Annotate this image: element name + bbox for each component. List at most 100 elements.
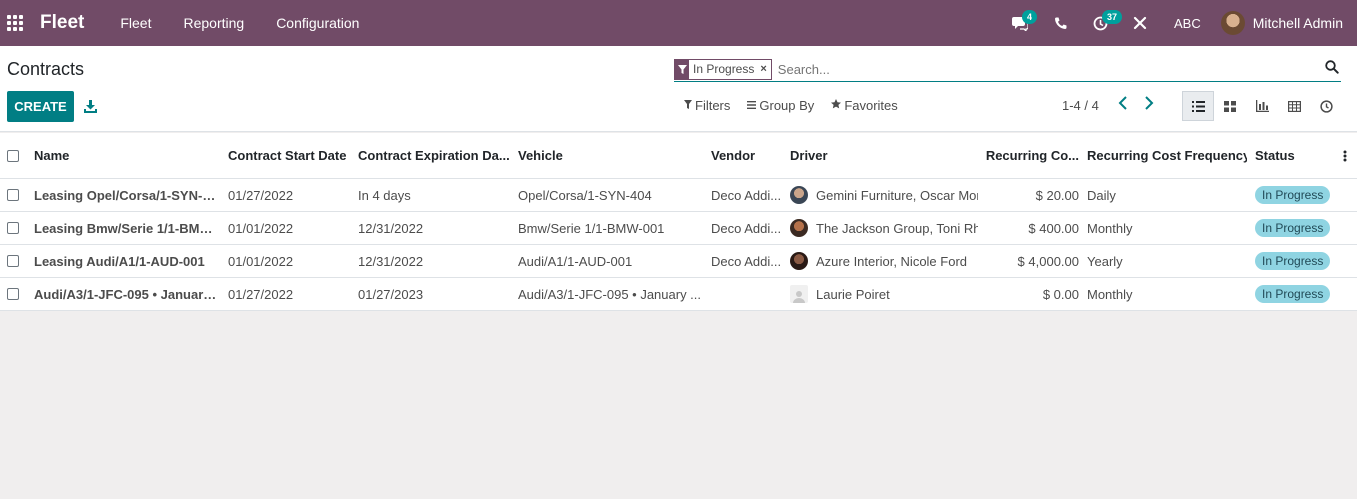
contract-driver: Laurie Poiret [790,278,978,310]
contract-vehicle: Opel/Corsa/1-SYN-404 [518,179,703,211]
contract-vendor: Deco Addi... [711,253,782,269]
star-icon [831,99,842,112]
search-bar: In Progress × [674,57,1341,82]
cost-frequency: Monthly [1087,220,1133,236]
contract-vehicle: Audi/A1/1-AUD-001 [518,245,703,277]
row-checkbox-cell[interactable] [7,245,21,277]
row-checkbox[interactable] [7,255,19,267]
table-row[interactable]: Leasing Audi/A1/1-AUD-001 01/01/2022 12/… [0,245,1357,278]
column-header-driver[interactable]: Driver [790,133,978,178]
contract-vendor: Deco Addi... [711,220,782,236]
list-view-icon[interactable] [1182,91,1214,121]
column-header-vendor[interactable]: Vendor [711,133,782,178]
pager-next-icon[interactable] [1143,96,1157,112]
facet-remove-icon[interactable]: × [758,60,770,79]
recurring-cost: $ 20.00 [1035,187,1079,203]
company-switcher[interactable]: ABC [1160,16,1221,31]
row-checkbox[interactable] [7,288,19,300]
kanban-view-icon[interactable] [1214,91,1246,121]
contract-name-text: Audi/A3/1-JFC-095 • January ... [34,286,220,302]
create-button[interactable]: CREATE [7,91,74,122]
row-checkbox-cell[interactable] [7,278,21,310]
driver-avatar [790,186,808,204]
activities-count-badge: 37 [1102,10,1123,24]
cost-frequency: Monthly [1087,286,1133,302]
user-menu[interactable]: Mitchell Admin [1220,11,1357,35]
cost-frequency: Yearly [1087,253,1123,269]
select-all-checkbox-cell[interactable] [7,133,21,178]
status-badge: In Progress [1255,252,1331,270]
driver-name: Laurie Poiret [816,286,890,302]
contract-start-date: 01/27/2022 [228,286,294,302]
filters-button[interactable]: Filters [684,98,730,113]
app-brand[interactable]: Fleet [40,12,84,34]
menu-reporting[interactable]: Reporting [167,0,260,46]
messages-icon[interactable]: 4 [1000,0,1040,46]
contract-vehicle-text: Opel/Corsa/1-SYN-404 [518,187,652,203]
contract-name: Leasing Audi/A1/1-AUD-001 [34,245,220,277]
optional-columns-icon[interactable] [1338,133,1352,178]
user-avatar [1220,11,1245,35]
status-cell: In Progress [1255,212,1340,244]
activity-clock-icon[interactable]: 37 [1080,0,1123,46]
contract-start-date: 01/01/2022 [228,253,294,269]
contract-driver: The Jackson Group, Toni Rh [790,212,978,244]
group-by-button[interactable]: Group By [747,98,814,113]
activity-view-icon[interactable] [1310,91,1342,121]
table-row[interactable]: Leasing Opel/Corsa/1-SYN-404 01/27/2022 … [0,179,1357,212]
contract-vehicle-text: Audi/A3/1-JFC-095 • January ... [518,286,702,302]
select-all-checkbox[interactable] [7,149,19,162]
status-badge: In Progress [1255,219,1331,237]
filter-facet-icon [675,59,689,79]
pager-previous-icon[interactable] [1117,96,1131,112]
column-header-start-date[interactable]: Contract Start Date [228,133,353,178]
export-download-icon[interactable] [80,96,100,116]
graph-view-icon[interactable] [1246,91,1278,121]
status-cell: In Progress [1255,278,1340,310]
contract-driver: Gemini Furniture, Oscar Mor [790,179,978,211]
column-header-recurring-cost[interactable]: Recurring Co... [982,133,1079,178]
contract-vehicle-text: Bmw/Serie 1/1-BMW-001 [518,220,665,236]
group-by-icon [747,100,757,112]
column-header-vehicle[interactable]: Vehicle [518,133,703,178]
debug-tools-icon[interactable] [1120,0,1160,46]
recurring-cost: $ 0.00 [1042,286,1079,302]
favorites-label: Favorites [844,98,898,113]
row-checkbox-cell[interactable] [7,179,21,211]
column-header-expiration-label: Contract Expiration Da... [358,148,510,163]
placeholder-user-icon [790,285,808,303]
status-cell: In Progress [1255,245,1340,277]
row-checkbox[interactable] [7,222,19,234]
favorites-button[interactable]: Favorites [831,98,898,113]
menu-configuration[interactable]: Configuration [260,0,375,46]
pager-value[interactable]: 1-4 / 4 [1062,98,1099,113]
filters-label: Filters [695,98,731,113]
menu-fleet[interactable]: Fleet [104,0,167,46]
column-header-cost-frequency[interactable]: Recurring Cost Frequency [1087,133,1247,178]
contract-start-date: 01/27/2022 [228,187,294,203]
column-header-expiration-date[interactable]: Contract Expiration Da... ▼ [358,133,513,178]
apps-menu-icon[interactable] [0,0,30,46]
row-checkbox[interactable] [7,189,19,201]
row-checkbox-cell[interactable] [7,212,21,244]
driver-name: Gemini Furniture, Oscar Mor [816,187,978,203]
column-header-status[interactable]: Status [1255,133,1340,178]
top-navbar: Fleet Fleet Reporting Configuration 4 37… [0,0,1357,46]
contract-name-text: Leasing Audi/A1/1-AUD-001 [34,253,205,269]
contract-expiration-date: 12/31/2022 [358,253,424,269]
contracts-list: Name Contract Start Date Contract Expira… [0,133,1357,311]
driver-name: Azure Interior, Nicole Ford [816,253,968,269]
table-row[interactable]: Audi/A3/1-JFC-095 • January ... 01/27/20… [0,278,1357,311]
contract-name-text: Leasing Bmw/Serie 1/1-BMW-... [34,220,220,236]
contract-name: Leasing Opel/Corsa/1-SYN-404 [34,179,220,211]
table-row[interactable]: Leasing Bmw/Serie 1/1-BMW-... 01/01/2022… [0,212,1357,245]
column-header-name[interactable]: Name [34,133,220,178]
pivot-view-icon[interactable] [1278,91,1310,121]
phone-icon[interactable] [1040,0,1080,46]
recurring-cost: $ 400.00 [1028,220,1079,236]
search-icon[interactable] [1325,60,1341,76]
search-input[interactable] [775,61,1296,77]
contract-expiration-date: 01/27/2023 [358,286,424,302]
contract-name: Leasing Bmw/Serie 1/1-BMW-... [34,212,220,244]
table-header: Name Contract Start Date Contract Expira… [0,133,1357,179]
